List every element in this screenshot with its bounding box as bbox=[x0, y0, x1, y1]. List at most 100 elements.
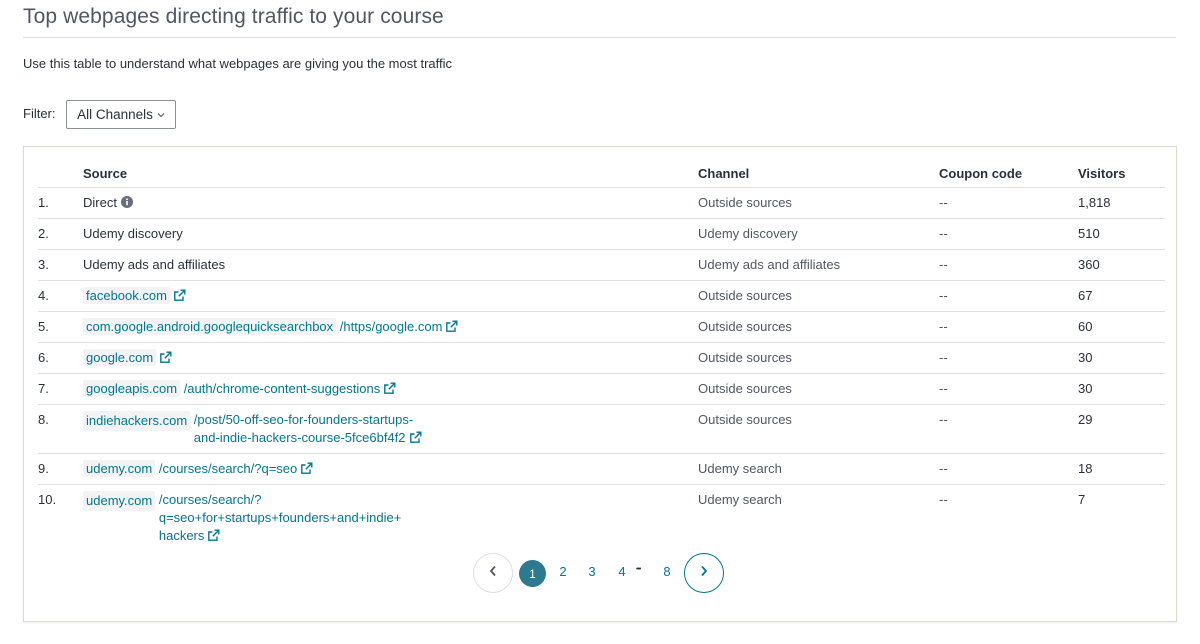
row-rank: 4. bbox=[38, 280, 83, 312]
header-channel: Channel bbox=[698, 159, 939, 188]
row-visitors: 510 bbox=[1078, 218, 1165, 250]
source-domain: udemy.com bbox=[83, 460, 156, 477]
row-coupon: -- bbox=[939, 311, 1078, 343]
row-coupon: -- bbox=[939, 492, 948, 507]
row-channel: Udemy discovery bbox=[698, 218, 939, 250]
table-row: 5. com.google.android.googlequicksearchb… bbox=[38, 311, 1165, 343]
source-path: /auth/chrome-content-suggestions bbox=[183, 381, 381, 396]
row-source: facebook.com bbox=[83, 280, 698, 312]
chevron-down-icon bbox=[157, 110, 165, 120]
external-link-icon bbox=[207, 529, 220, 542]
external-link-icon bbox=[173, 289, 186, 302]
external-link-icon bbox=[409, 431, 422, 444]
page-description: Use this table to understand what webpag… bbox=[23, 56, 453, 71]
row-coupon: -- bbox=[939, 249, 1078, 281]
row-rank: 6. bbox=[38, 342, 83, 374]
row-channel: Outside sources bbox=[698, 187, 939, 219]
row-channel: Outside sources bbox=[698, 404, 939, 454]
row-visitors: 30 bbox=[1078, 373, 1165, 405]
row-source: Direct bbox=[83, 187, 698, 219]
table-row: 4. facebook.com Outside sources -- 67 bbox=[38, 280, 1165, 312]
source-path: /courses/search/?q=seo bbox=[158, 461, 298, 476]
page-4-button[interactable]: 4 bbox=[612, 564, 632, 579]
traffic-table-card: Source Channel Coupon code Visitors 1. D… bbox=[23, 146, 1177, 622]
source-link[interactable]: indiehackers.com /post/50-off-seo-for-fo… bbox=[83, 411, 698, 447]
row-channel: Outside sources bbox=[698, 342, 939, 374]
row-visitors: 360 bbox=[1078, 249, 1165, 281]
row-coupon: -- bbox=[939, 187, 1078, 219]
header-coupon: Coupon code bbox=[939, 159, 1078, 188]
table-header-row: Source Channel Coupon code Visitors bbox=[38, 159, 1165, 188]
row-visitors: 60 bbox=[1078, 311, 1165, 343]
info-icon[interactable] bbox=[120, 195, 133, 208]
row-visitors: 67 bbox=[1078, 280, 1165, 312]
header-rank bbox=[38, 159, 83, 188]
source-text: Direct bbox=[83, 195, 117, 210]
source-path-continued: hackers bbox=[158, 528, 205, 543]
source-link[interactable]: googleapis.com /auth/chrome-content-sugg… bbox=[83, 380, 396, 398]
row-visitors: 7 bbox=[1078, 492, 1086, 507]
source-domain: udemy.com bbox=[83, 491, 156, 511]
row-coupon: -- bbox=[939, 373, 1078, 405]
row-rank: 8. bbox=[38, 404, 83, 454]
row-rank: 1. bbox=[38, 187, 83, 219]
previous-page-button[interactable] bbox=[473, 553, 513, 593]
source-link[interactable]: com.google.android.googlequicksearchbox … bbox=[83, 318, 458, 336]
channel-filter-value: All Channels bbox=[77, 107, 153, 122]
header-source: Source bbox=[83, 159, 698, 188]
source-path: /post/50-off-seo-for-founders-startups- bbox=[193, 412, 414, 427]
traffic-table: Source Channel Coupon code Visitors 1. D… bbox=[38, 159, 1165, 551]
row-channel: Udemy ads and affiliates bbox=[698, 249, 939, 281]
external-link-icon bbox=[445, 320, 458, 333]
row-visitors: 1,818 bbox=[1078, 187, 1165, 219]
source-link[interactable]: udemy.com /courses/search/? q=seo+for+sta… bbox=[83, 491, 698, 545]
row-coupon: -- bbox=[939, 342, 1078, 374]
row-source: indiehackers.com /post/50-off-seo-for-fo… bbox=[83, 404, 698, 454]
pagination: 1 2 3 4 ••• 8 bbox=[24, 553, 1176, 597]
external-link-icon bbox=[383, 382, 396, 395]
source-link[interactable]: facebook.com bbox=[83, 287, 186, 305]
source-domain: facebook.com bbox=[83, 287, 170, 304]
source-domain: com.google.android.googlequicksearchbox bbox=[83, 318, 337, 335]
row-channel: Outside sources bbox=[698, 373, 939, 405]
pagination-ellipsis: ••• bbox=[636, 566, 641, 573]
row-rank: 9. bbox=[38, 453, 83, 485]
source-path-continued: q=seo+for+startups+founders+and+indie+ bbox=[158, 510, 402, 525]
page-2-button[interactable]: 2 bbox=[553, 564, 573, 579]
table-row: 3. Udemy ads and affiliates Udemy ads an… bbox=[38, 249, 1165, 281]
table-row: 2. Udemy discovery Udemy discovery -- 51… bbox=[38, 218, 1165, 250]
external-link-icon bbox=[159, 351, 172, 364]
source-domain: google.com bbox=[83, 349, 157, 366]
external-link-icon bbox=[300, 462, 313, 475]
row-channel: Outside sources bbox=[698, 280, 939, 312]
next-page-button[interactable] bbox=[684, 553, 724, 593]
row-source: Udemy discovery bbox=[83, 218, 698, 250]
row-coupon: -- bbox=[939, 218, 1078, 250]
table-row: 9. udemy.com /courses/search/?q=seo Udem… bbox=[38, 453, 1165, 485]
page-title: Top webpages directing traffic to your c… bbox=[23, 5, 444, 28]
table-row: 7. googleapis.com /auth/chrome-content-s… bbox=[38, 373, 1165, 405]
chevron-right-icon bbox=[700, 564, 708, 582]
source-link[interactable]: udemy.com /courses/search/?q=seo bbox=[83, 460, 313, 478]
table-row: 8. indiehackers.com /post/50-off-seo-for… bbox=[38, 404, 1165, 454]
row-source: udemy.com /courses/search/?q=seo bbox=[83, 453, 698, 485]
page-1-button[interactable]: 1 bbox=[519, 560, 546, 587]
row-channel: Udemy search bbox=[698, 492, 782, 507]
row-source: com.google.android.googlequicksearchbox … bbox=[83, 311, 698, 343]
row-source: Udemy ads and affiliates bbox=[83, 249, 698, 281]
table-row: 6. google.com Outside sources -- 30 bbox=[38, 342, 1165, 374]
header-visitors: Visitors bbox=[1078, 159, 1165, 188]
channel-filter-dropdown[interactable]: All Channels bbox=[66, 100, 176, 129]
source-domain: googleapis.com bbox=[83, 380, 181, 397]
source-path-continued: and-indie-hackers-course-5fce6bf4f2 bbox=[193, 430, 406, 445]
filter-label: Filter: bbox=[23, 106, 56, 121]
row-visitors: 18 bbox=[1078, 453, 1165, 485]
row-visitors: 29 bbox=[1078, 404, 1165, 454]
page-8-button[interactable]: 8 bbox=[657, 564, 677, 579]
row-rank: 10. bbox=[38, 492, 57, 507]
page-3-button[interactable]: 3 bbox=[582, 564, 602, 579]
source-link[interactable]: google.com bbox=[83, 349, 172, 367]
row-source: googleapis.com /auth/chrome-content-sugg… bbox=[83, 373, 698, 405]
row-source: google.com bbox=[83, 342, 698, 374]
table-row: 10. udemy.com /courses/search/? q=seo+for… bbox=[38, 485, 1165, 552]
